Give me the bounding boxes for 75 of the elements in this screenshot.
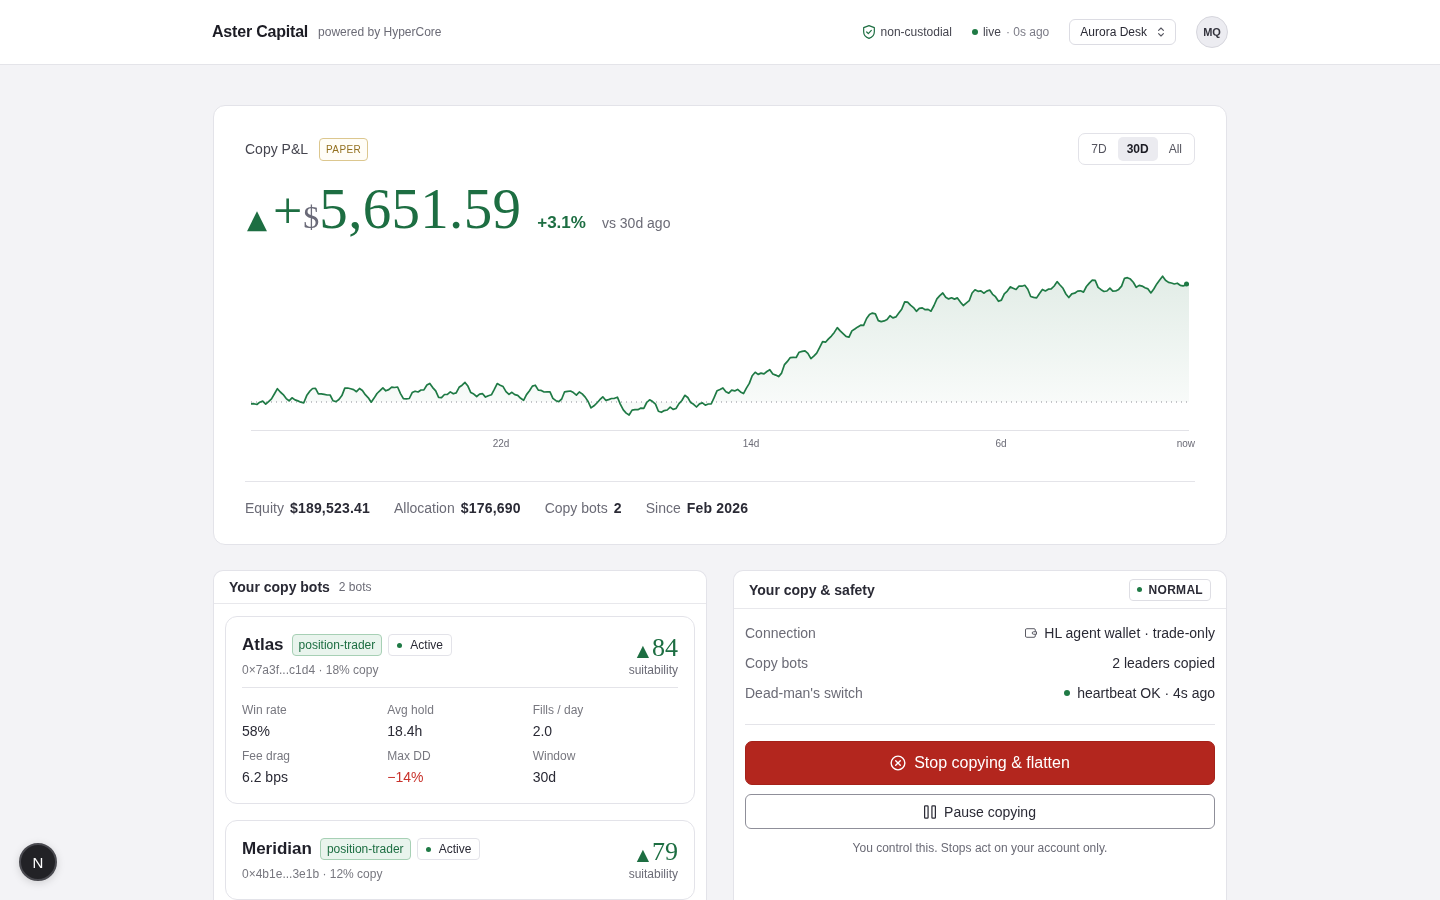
metric-value: 6.2 bps <box>242 769 289 785</box>
metric-label: Max DD <box>387 749 432 763</box>
up-down-chevron-icon <box>1157 26 1165 38</box>
metric-value: 58% <box>242 723 272 739</box>
row-value: heartbeat OK · 4s ago <box>1077 685 1215 701</box>
comparison-label: vs 30d ago <box>601 215 671 231</box>
bot-name: Meridian <box>242 839 312 859</box>
note-text: You control this. Stops act on your account only. <box>851 841 1109 855</box>
stat-label: Allocation <box>394 500 455 516</box>
axis-label: now <box>1176 437 1195 451</box>
metric-value: 2.0 <box>532 723 554 739</box>
currency-symbol: $ <box>303 199 320 236</box>
shield-check-icon <box>862 25 875 39</box>
row-value: HL agent wallet · trade-only <box>1044 625 1215 641</box>
metric-label: Window <box>532 749 577 763</box>
stat-label: Copy bots <box>544 500 608 516</box>
range-tab[interactable]: 30D <box>1117 137 1158 161</box>
pause-button[interactable]: Pause copying <box>745 794 1215 829</box>
avatar[interactable]: MQ <box>1196 16 1228 48</box>
pause-icon <box>924 804 937 819</box>
score-label: suitability <box>628 867 678 881</box>
tagline: powered by HyperCore <box>318 25 442 39</box>
desk-selector[interactable]: Aurora Desk <box>1069 19 1176 45</box>
axis-label: 6d <box>995 437 1007 451</box>
range-tab[interactable]: All <box>1159 137 1191 161</box>
bot-address: 0×7a3f...c1d4 · 18% copy <box>242 663 380 677</box>
last-update: · 0s ago <box>1005 25 1050 39</box>
metric-label: Avg hold <box>387 703 435 717</box>
stat-value: Feb 2026 <box>686 500 749 516</box>
panel-title: Your copy & safety <box>749 581 875 598</box>
row-label: Dead-man's switch <box>745 685 863 701</box>
stat-label: Since <box>645 500 681 516</box>
strategy-tag: position-trader <box>319 838 411 860</box>
custody-label: non-custodial <box>880 25 952 39</box>
dev-indicator-button[interactable]: N <box>19 843 57 881</box>
stat-value: $176,690 <box>460 500 521 516</box>
stop-button[interactable]: Stop copying & flatten <box>745 741 1215 785</box>
pnl-amount: 5,651.59 <box>319 176 522 241</box>
axis-label: 22d <box>492 437 510 451</box>
range-tab[interactable]: 7D <box>1082 137 1116 161</box>
axis-label: 14d <box>742 437 760 451</box>
x-circle-icon <box>890 755 907 771</box>
live-label: live <box>982 25 1001 39</box>
bot-address: 0×4b1e...3e1b · 12% copy <box>242 867 384 881</box>
stat-value: $189,523.41 <box>289 500 370 516</box>
stat-label: Equity <box>245 500 284 516</box>
trend-arrow: ▲ <box>636 641 649 660</box>
brand-name: Aster Capital <box>212 23 309 41</box>
suitability-score: 79 <box>652 837 678 867</box>
panel-title: Your copy bots <box>229 579 330 595</box>
row-label: Copy bots <box>745 655 809 671</box>
metric-value: −14% <box>387 769 425 785</box>
strategy-tag: position-trader <box>291 634 383 656</box>
metric-value: 30d <box>532 769 557 785</box>
trend-arrow: ▲ <box>247 204 267 234</box>
metric-label: Fee drag <box>242 749 292 763</box>
paper-badge: PAPER <box>319 137 369 161</box>
metric-label: Win rate <box>242 703 288 717</box>
metric-value: 18.4h <box>387 723 424 739</box>
bot-name: Atlas <box>242 635 284 655</box>
status-label: Active <box>438 842 472 856</box>
row-label: Connection <box>745 625 816 641</box>
pnl-change: +3.1% <box>537 213 586 233</box>
bot-count: 2 bots <box>338 580 372 594</box>
suitability-score: 84 <box>652 633 678 663</box>
card-title: Copy P&L <box>245 141 309 157</box>
status-label: Active <box>410 638 443 652</box>
stat-value: 2 <box>613 500 622 516</box>
row-value: 2 leaders copied <box>1112 655 1215 671</box>
pnl-sign: + <box>273 181 303 240</box>
mode-label: NORMAL <box>1148 582 1203 597</box>
score-label: suitability <box>628 663 678 677</box>
wallet-icon <box>1025 628 1038 638</box>
trend-arrow: ▲ <box>636 845 649 864</box>
metric-label: Fills / day <box>532 703 585 717</box>
